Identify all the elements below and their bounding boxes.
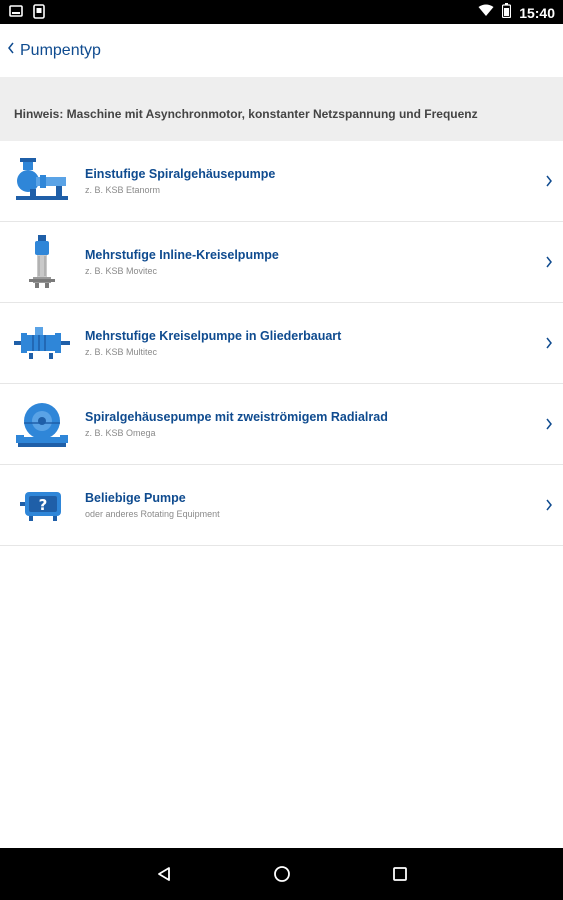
split-case-pump-icon <box>12 394 72 454</box>
ring-section-pump-icon <box>12 313 72 373</box>
svg-text:?: ? <box>39 496 48 514</box>
list-item-beliebige-pumpe[interactable]: ? Beliebige Pumpe oder anderes Rotating … <box>0 465 563 546</box>
item-subtitle: z. B. KSB Movitec <box>85 266 158 276</box>
status-bar: 15:40 <box>0 0 563 24</box>
battery-icon <box>502 3 512 23</box>
list-item-mehrstufige-kreiselpumpe-gliederbauart[interactable]: Mehrstufige Kreiselpumpe in Gliederbauar… <box>0 303 563 384</box>
item-title: Beliebige Pumpe <box>85 491 186 505</box>
nav-recents-button[interactable] <box>380 854 420 894</box>
chevron-right-icon <box>546 175 552 187</box>
nav-back-button[interactable] <box>144 854 184 894</box>
screenshot-notification-icon <box>9 4 23 24</box>
triangle-back-icon <box>157 867 170 881</box>
app-header: Pumpentyp <box>0 24 563 77</box>
wifi-icon <box>478 4 494 22</box>
hint-banner: Hinweis: Maschine mit Asynchronmotor, ko… <box>0 77 563 141</box>
item-title: Spiralgehäusepumpe mit zweiströmigem Rad… <box>85 410 388 424</box>
list-item-mehrstufige-inline-kreiselpumpe[interactable]: Mehrstufige Inline-Kreiselpumpe z. B. KS… <box>0 222 563 303</box>
chevron-right-icon <box>546 499 552 511</box>
item-title: Mehrstufige Inline-Kreiselpumpe <box>85 248 279 262</box>
item-subtitle: z. B. KSB Omega <box>85 428 156 438</box>
list-item-spiralgehaeusepumpe-zweistroemig[interactable]: Spiralgehäusepumpe mit zweiströmigem Rad… <box>0 384 563 465</box>
item-subtitle: z. B. KSB Etanorm <box>85 185 161 195</box>
clock: 15:40 <box>519 5 555 21</box>
page-title: Pumpentyp <box>20 41 101 59</box>
chevron-right-icon <box>546 418 552 430</box>
inline-pump-icon <box>12 232 72 292</box>
unknown-pump-icon: ? <box>12 475 72 535</box>
nav-home-button[interactable] <box>262 854 302 894</box>
item-subtitle: z. B. KSB Multitec <box>85 347 158 357</box>
item-subtitle: oder anderes Rotating Equipment <box>85 509 220 519</box>
pump-type-list: Einstufige Spiralgehäusepumpe z. B. KSB … <box>0 141 563 546</box>
end-suction-pump-icon <box>12 151 72 211</box>
hint-text: Hinweis: Maschine mit Asynchronmotor, ko… <box>14 107 478 121</box>
item-title: Einstufige Spiralgehäusepumpe <box>85 167 276 181</box>
back-button[interactable]: Pumpentyp <box>0 40 101 61</box>
device-notification-icon <box>33 4 45 24</box>
chevron-left-icon <box>6 40 20 61</box>
item-title: Mehrstufige Kreiselpumpe in Gliederbauar… <box>85 329 342 343</box>
list-item-einstufige-spiralgehaeusepumpe[interactable]: Einstufige Spiralgehäusepumpe z. B. KSB … <box>0 141 563 222</box>
circle-home-icon <box>273 866 290 882</box>
system-navigation-bar <box>0 848 563 900</box>
square-recents-icon <box>392 867 407 881</box>
chevron-right-icon <box>546 337 552 349</box>
chevron-right-icon <box>546 256 552 268</box>
